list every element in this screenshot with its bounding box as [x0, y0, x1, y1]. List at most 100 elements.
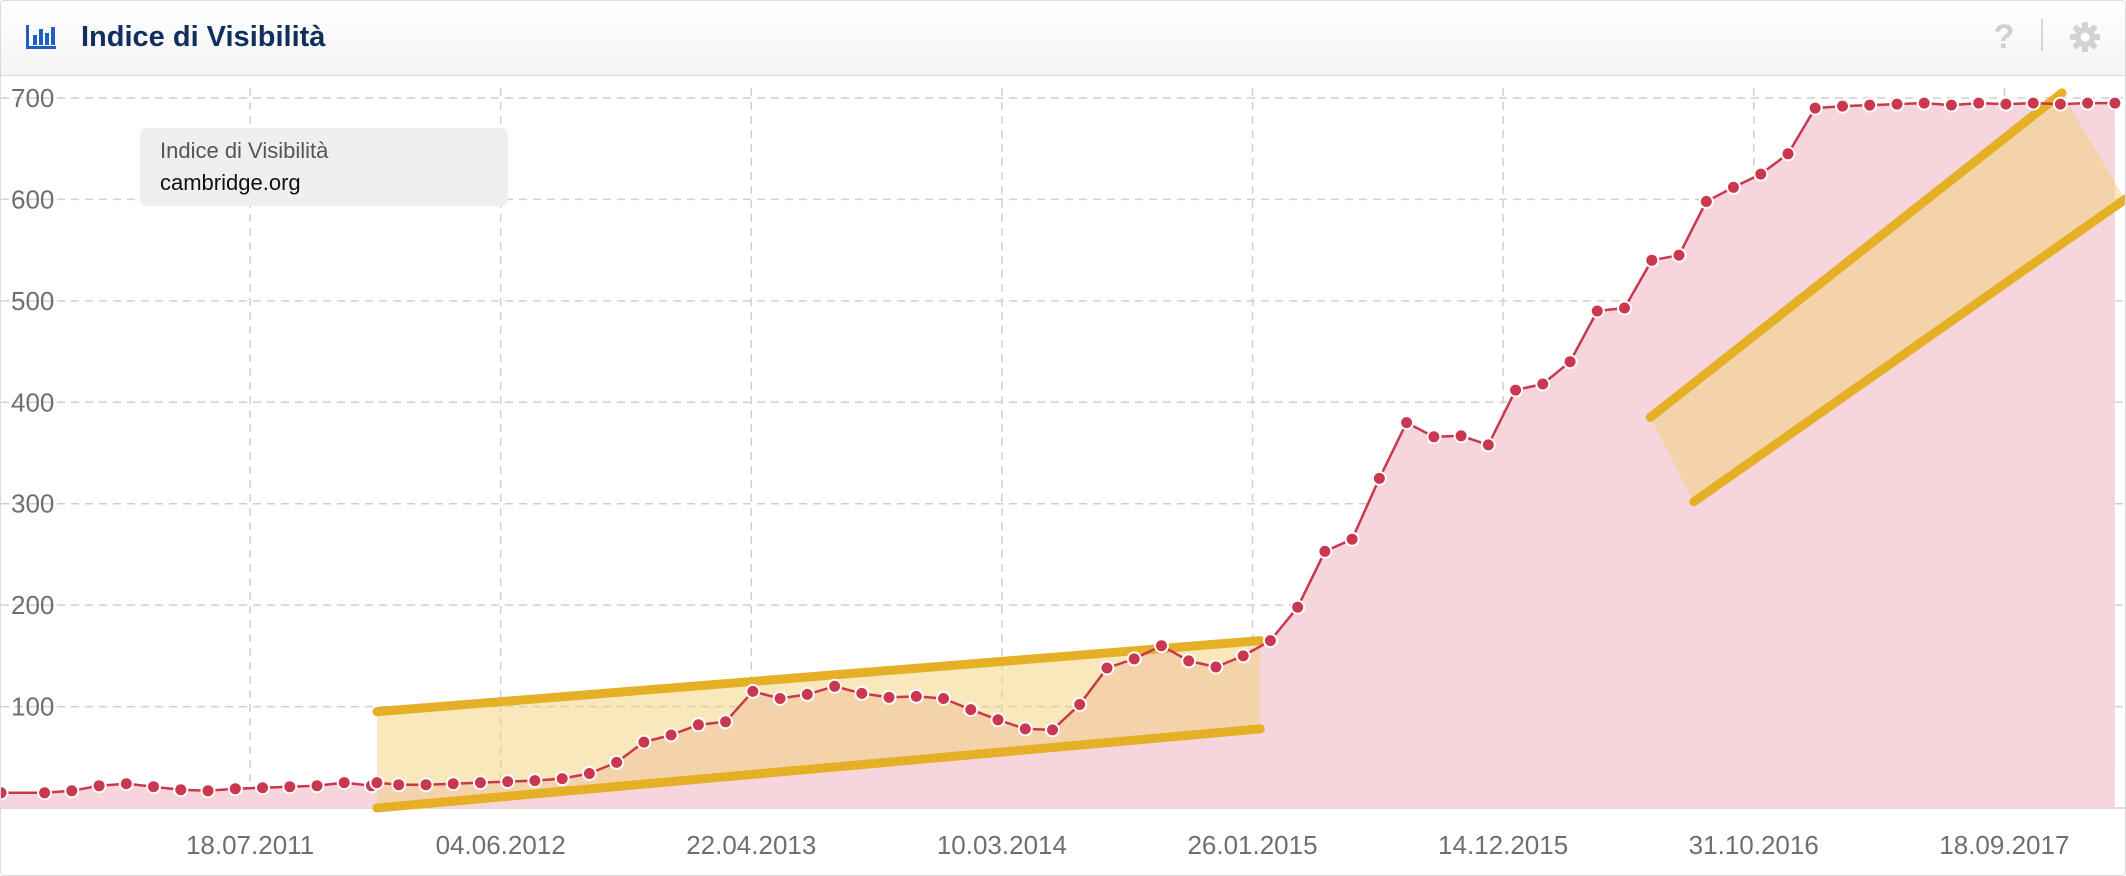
data-point: [472, 775, 488, 791]
x-tick-label: 04.06.2012: [436, 830, 566, 860]
x-tick-label: 18.07.2011: [186, 830, 314, 860]
data-point: [1371, 470, 1387, 486]
data-point: [609, 754, 625, 770]
visibility-index-widget: Indice di Visibilità ? 100 200 300 400 500 60…: [0, 0, 2126, 876]
data-point: [745, 683, 761, 699]
data-point: [936, 691, 951, 706]
y-axis-labels: 100 200 300 400 500 600 700: [11, 83, 54, 722]
data-point: [173, 782, 189, 798]
data-point: [690, 717, 706, 733]
data-point: [1426, 429, 1442, 445]
data-point: [718, 714, 734, 730]
data-point: [827, 678, 843, 694]
y-tick-label: 600: [11, 184, 54, 214]
widget-header: Indice di Visibilità ?: [1, 1, 2125, 76]
data-point: [581, 766, 597, 781]
x-tick-label: 18.09.2017: [1939, 830, 2069, 860]
data-point: [663, 727, 679, 743]
data-point: [1045, 722, 1060, 738]
x-tick-label: 26.01.2015: [1187, 830, 1317, 860]
data-point: [309, 778, 325, 794]
data-point: [1862, 97, 1878, 113]
data-point: [1072, 697, 1088, 712]
data-point: [1971, 95, 1987, 111]
tooltip-domain: cambridge.org: [160, 170, 301, 195]
data-point: [391, 777, 407, 793]
data-point: [1399, 415, 1415, 431]
data-point: [37, 785, 53, 801]
data-point: [500, 774, 516, 790]
data-point: [118, 776, 134, 792]
data-point: [1235, 648, 1251, 664]
data-point: [369, 775, 385, 791]
data-point: [1290, 599, 1306, 615]
data-point: [2107, 95, 2123, 111]
y-tick-label: 100: [11, 692, 54, 722]
data-point: [418, 777, 434, 793]
data-point: [1835, 98, 1850, 114]
data-point: [1916, 95, 1932, 111]
y-tick-label: 500: [11, 286, 54, 316]
data-point: [1562, 354, 1578, 370]
data-point: [1644, 252, 1660, 268]
bar-chart-icon: [26, 25, 56, 49]
data-point: [908, 688, 924, 704]
data-point: [1535, 376, 1551, 392]
data-point: [1262, 633, 1278, 649]
data-point: [554, 771, 570, 787]
data-point: [1753, 166, 1769, 182]
data-point: [1698, 194, 1714, 209]
data-point: [990, 712, 1006, 728]
data-point: [282, 779, 298, 795]
data-point: [1181, 653, 1197, 669]
data-point: [1671, 247, 1687, 263]
y-tick-label: 300: [11, 489, 54, 519]
data-point: [1017, 721, 1033, 737]
data-point: [1617, 300, 1632, 316]
data-point: [1453, 428, 1469, 444]
data-point: [1480, 437, 1496, 453]
x-tick-label: 22.04.2013: [686, 830, 816, 860]
data-point: [255, 780, 270, 796]
data-point: [854, 685, 870, 701]
tooltip-label: Indice di Visibilità: [160, 138, 329, 163]
chart-tooltip: Indice di Visibilità cambridge.org: [140, 128, 508, 206]
data-point: [64, 783, 80, 799]
data-point: [1344, 531, 1360, 547]
data-point: [1099, 660, 1115, 676]
data-point: [2080, 95, 2096, 111]
data-point: [1154, 638, 1169, 654]
data-point: [1208, 659, 1224, 675]
data-point: [772, 691, 788, 706]
x-tick-label: 14.12.2015: [1438, 830, 1568, 860]
data-point: [881, 689, 897, 705]
data-point: [91, 778, 107, 794]
data-point: [963, 702, 979, 718]
data-point: [2025, 95, 2041, 111]
data-point: [799, 686, 815, 702]
data-point: [1943, 97, 1959, 113]
data-point: [636, 734, 652, 750]
data-point: [227, 781, 243, 797]
data-point: [1, 785, 9, 801]
data-point: [2052, 96, 2068, 112]
data-point: [1889, 96, 1905, 112]
data-point: [445, 776, 461, 792]
y-tick-label: 400: [11, 387, 54, 417]
data-point: [1508, 382, 1524, 398]
y-tick-label: 700: [11, 83, 54, 113]
x-axis-labels: 18.07.2011 04.06.2012 22.04.2013 10.03.2014…: [186, 830, 2069, 860]
widget-title: Indice di Visibilità: [81, 21, 326, 53]
data-point: [146, 779, 161, 795]
data-point: [1317, 543, 1333, 559]
data-point: [1726, 179, 1741, 195]
help-icon[interactable]: ?: [1989, 17, 2019, 57]
data-point: [1998, 96, 2014, 112]
data-point: [527, 773, 543, 789]
header-divider: [2041, 19, 2043, 51]
data-point: [1780, 146, 1796, 162]
data-point: [1807, 100, 1823, 116]
x-tick-label: 31.10.2016: [1689, 830, 1819, 860]
y-tick-label: 200: [11, 590, 54, 620]
gear-icon[interactable]: [2069, 21, 2101, 53]
